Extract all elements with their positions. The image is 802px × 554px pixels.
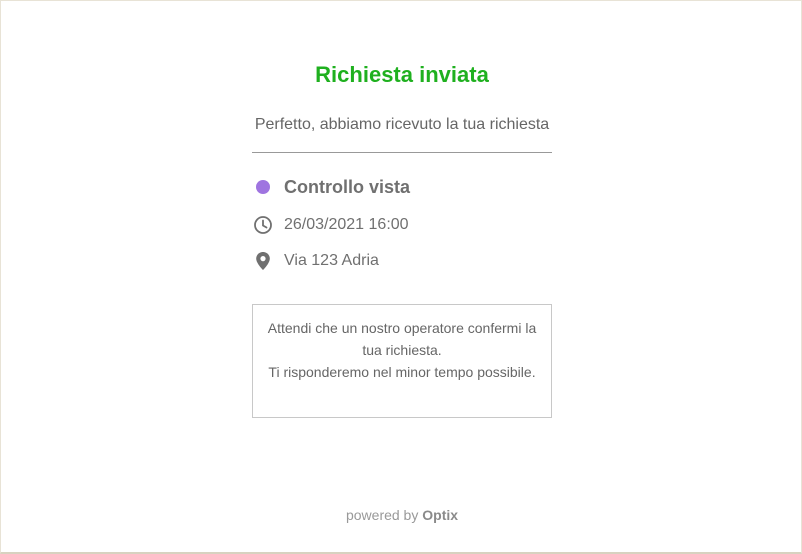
appointment-datetime: 26/03/2021 16:00 bbox=[284, 216, 409, 233]
service-name: Controllo vista bbox=[284, 176, 411, 197]
service-dot-icon bbox=[252, 176, 274, 198]
footer: powered by Optix bbox=[1, 506, 802, 524]
brand-link[interactable]: Optix bbox=[422, 507, 458, 523]
location-pin-icon bbox=[252, 250, 274, 272]
address-row: Via 123 Adria bbox=[252, 249, 552, 273]
divider bbox=[252, 152, 552, 153]
service-row: Controllo vista bbox=[252, 175, 552, 199]
datetime-row: 26/03/2021 16:00 bbox=[252, 213, 552, 237]
powered-by-text: powered by bbox=[345, 507, 419, 523]
page-title: Richiesta inviata bbox=[315, 62, 489, 87]
clock-icon bbox=[252, 214, 274, 236]
page-subtitle: Perfetto, abbiamo ricevuto la tua richie… bbox=[254, 116, 550, 133]
notice-box: Attendi che un nostro operatore confermi… bbox=[252, 304, 552, 418]
notice-line-1: Attendi che un nostro operatore confermi… bbox=[267, 320, 537, 358]
appointment-address: Via 123 Adria bbox=[284, 252, 379, 269]
notice-line-2: Ti risponderemo nel minor tempo possibil… bbox=[268, 364, 536, 380]
confirmation-panel: Richiesta inviata Perfetto, abbiamo rice… bbox=[0, 0, 802, 554]
